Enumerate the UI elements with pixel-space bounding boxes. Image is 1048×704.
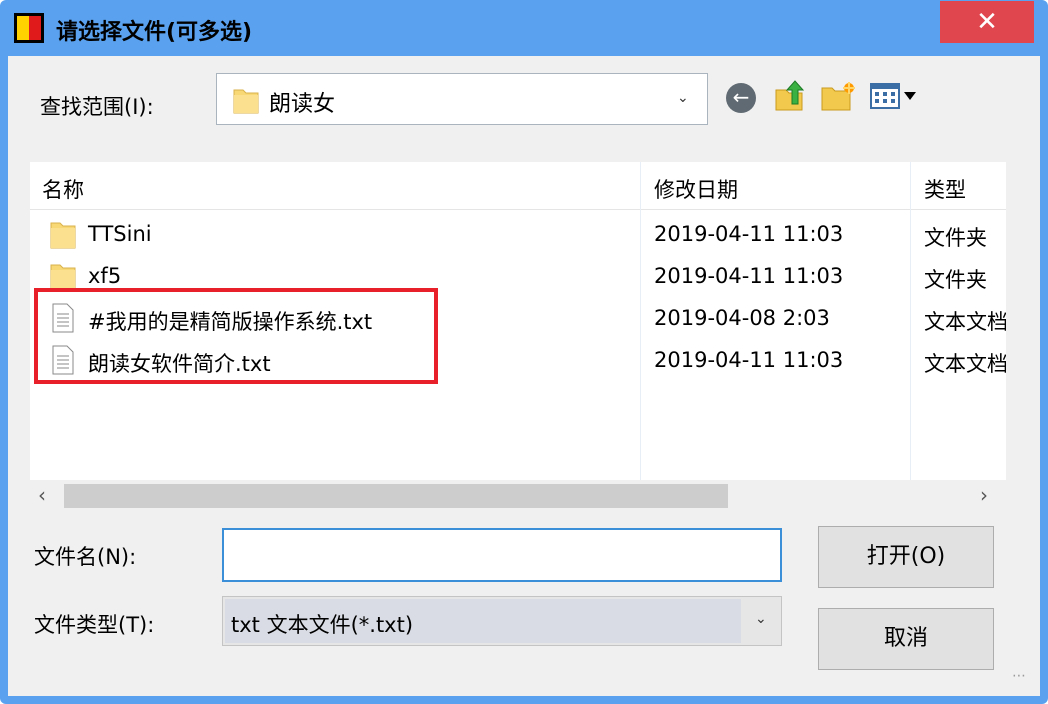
resize-grip-icon[interactable]: ⋯ <box>1012 668 1026 684</box>
filename-label: 文件名(N): <box>34 545 137 569</box>
folder-icon <box>233 89 259 114</box>
folder-icon <box>50 222 76 249</box>
file-type: 文本文档 <box>924 352 1006 376</box>
title-bar[interactable]: 请选择文件(可多选) ✕ <box>0 0 1048 56</box>
open-button[interactable]: 打开(O) <box>818 526 994 588</box>
close-icon: ✕ <box>976 7 998 37</box>
filetype-value: txt 文本文件(*.txt) <box>231 613 414 637</box>
chevron-down-icon[interactable]: ⌄ <box>677 90 689 106</box>
file-type: 文本文档 <box>924 310 1006 334</box>
look-in-label: 查找范围(I): <box>40 95 154 119</box>
chevron-down-icon[interactable]: ⌄ <box>755 611 767 627</box>
scroll-right-icon[interactable]: › <box>980 483 988 507</box>
column-header-type[interactable]: 类型 <box>924 174 966 204</box>
file-type: 文件夹 <box>924 226 987 250</box>
view-menu-icon[interactable] <box>870 82 920 110</box>
filetype-label: 文件类型(T): <box>34 613 155 637</box>
file-name: TTSini <box>88 222 152 246</box>
scrollbar-thumb[interactable] <box>64 484 728 508</box>
file-date: 2019-04-11 11:03 <box>654 222 844 246</box>
column-header-date[interactable]: 修改日期 <box>654 174 738 204</box>
close-button[interactable]: ✕ <box>940 1 1034 43</box>
up-folder-icon[interactable] <box>772 78 808 114</box>
cancel-button[interactable]: 取消 <box>818 608 994 670</box>
new-folder-icon[interactable] <box>820 82 856 112</box>
file-date: 2019-04-11 11:03 <box>654 264 844 288</box>
file-date: 2019-04-11 11:03 <box>654 348 844 372</box>
filetype-dropdown[interactable]: txt 文本文件(*.txt) ⌄ <box>222 596 782 646</box>
folder-icon <box>50 264 76 291</box>
filename-input[interactable] <box>222 528 782 582</box>
scroll-left-icon[interactable]: ‹ <box>38 483 46 507</box>
file-date: 2019-04-08 2:03 <box>654 306 830 330</box>
file-type: 文件夹 <box>924 268 987 292</box>
list-item[interactable]: TTSini 2019-04-11 11:03 文件夹 <box>30 214 1006 256</box>
back-icon[interactable]: ← <box>726 83 756 113</box>
dialog-title: 请选择文件(可多选) <box>56 20 253 45</box>
horizontal-scrollbar[interactable]: ‹ › <box>30 480 1006 512</box>
look-in-value: 朗读女 <box>269 92 336 117</box>
annotation-highlight-box <box>34 288 438 384</box>
look-in-dropdown[interactable]: 朗读女 ⌄ <box>216 73 708 125</box>
app-icon <box>14 13 44 43</box>
column-header-name[interactable]: 名称 <box>42 174 84 204</box>
file-name: xf5 <box>88 264 122 288</box>
list-header: 名称 修改日期 类型 <box>30 162 1006 210</box>
